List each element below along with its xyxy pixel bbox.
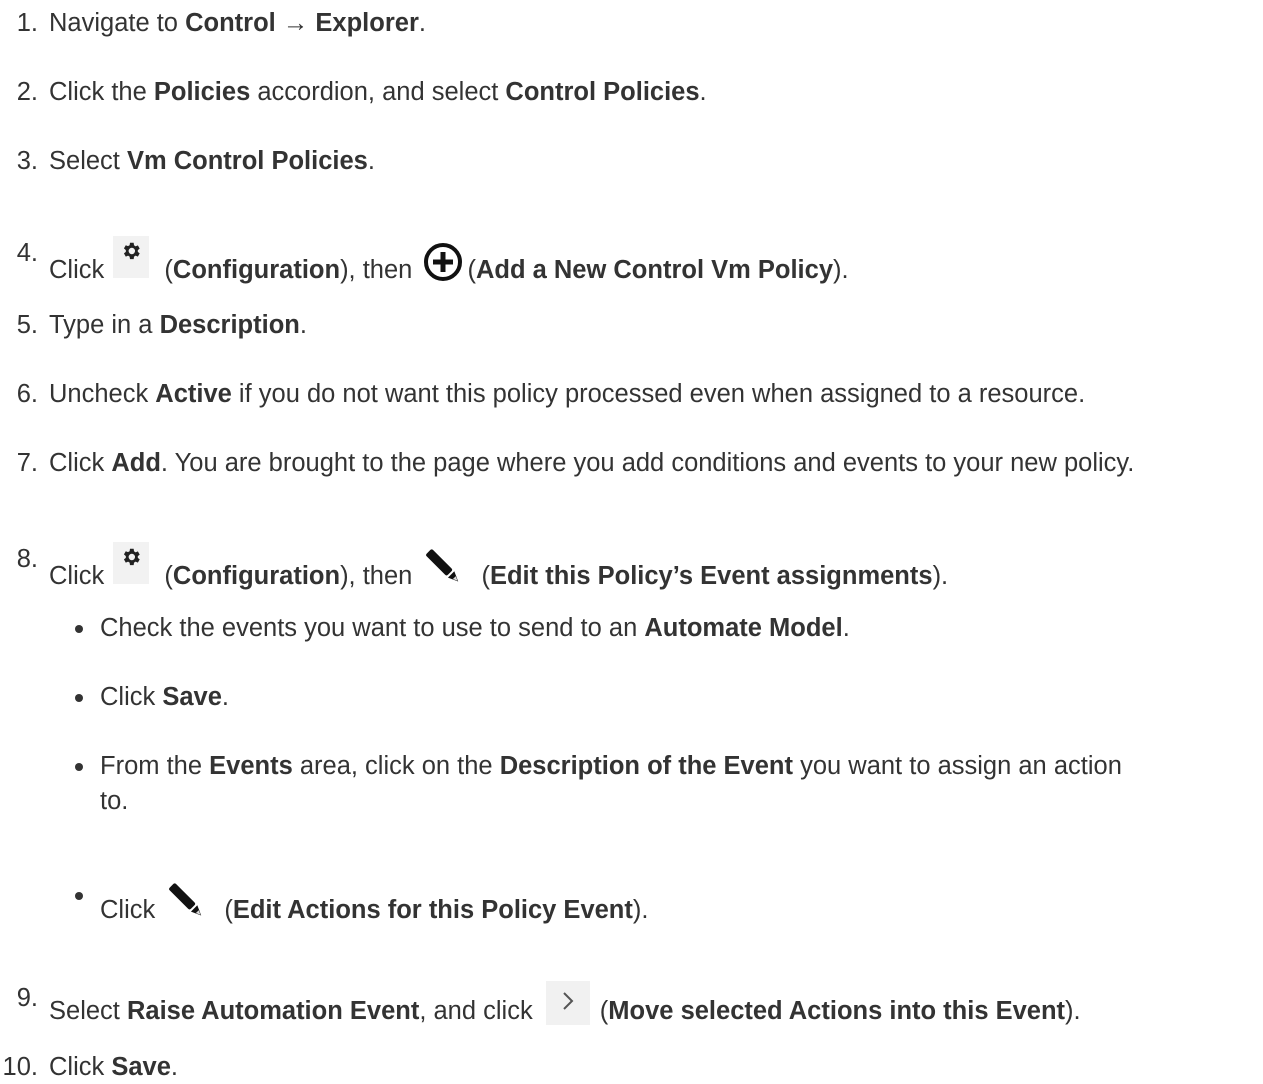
step-text: Click (Configuration), then (Edit this P… (49, 542, 948, 593)
step-text: Click (Edit Actions for this Policy Even… (100, 878, 648, 927)
step-number: 9. (16, 984, 38, 1012)
step-text: Select Vm Control Policies. (49, 147, 375, 175)
step-number: 3. (16, 147, 38, 175)
step-number: 6. (16, 380, 38, 408)
chevron-right-icon (545, 981, 590, 1025)
step-text: Uncheck Active if you do not want this p… (49, 380, 1086, 408)
step-number: 8. (16, 545, 38, 573)
step-number: 2. (16, 78, 38, 106)
step-text: Click Add. You are brought to the page w… (49, 449, 1135, 477)
step-text: Select Raise Automation Event, and click… (49, 981, 1081, 1028)
gear-icon (113, 542, 150, 584)
step-number: 5. (16, 311, 38, 339)
step-text: Check the events you want to use to send… (100, 614, 850, 642)
plus-circle-icon (423, 242, 463, 282)
gear-icon (113, 236, 150, 278)
step-number: 1. (16, 9, 38, 37)
step-text: Click (Configuration), then (Add a New C… (49, 236, 849, 288)
step-text: Navigate to Control → Explorer. (49, 9, 426, 37)
pencil-icon (164, 878, 208, 924)
bullet (75, 625, 83, 633)
step-text: From the Events area, click on the Descr… (100, 752, 1122, 780)
bullet (75, 694, 83, 702)
pencil-icon (421, 544, 465, 590)
menu-path: Control → Explorer (185, 9, 419, 37)
bullet (75, 892, 83, 900)
step-text: Type in a Description. (49, 311, 307, 339)
step-text: Click Save. (100, 683, 229, 711)
step-text: Click the Policies accordion, and select… (49, 78, 707, 106)
bullet (75, 763, 83, 771)
step-number: 4. (16, 239, 38, 267)
step-number: 7. (16, 449, 38, 477)
